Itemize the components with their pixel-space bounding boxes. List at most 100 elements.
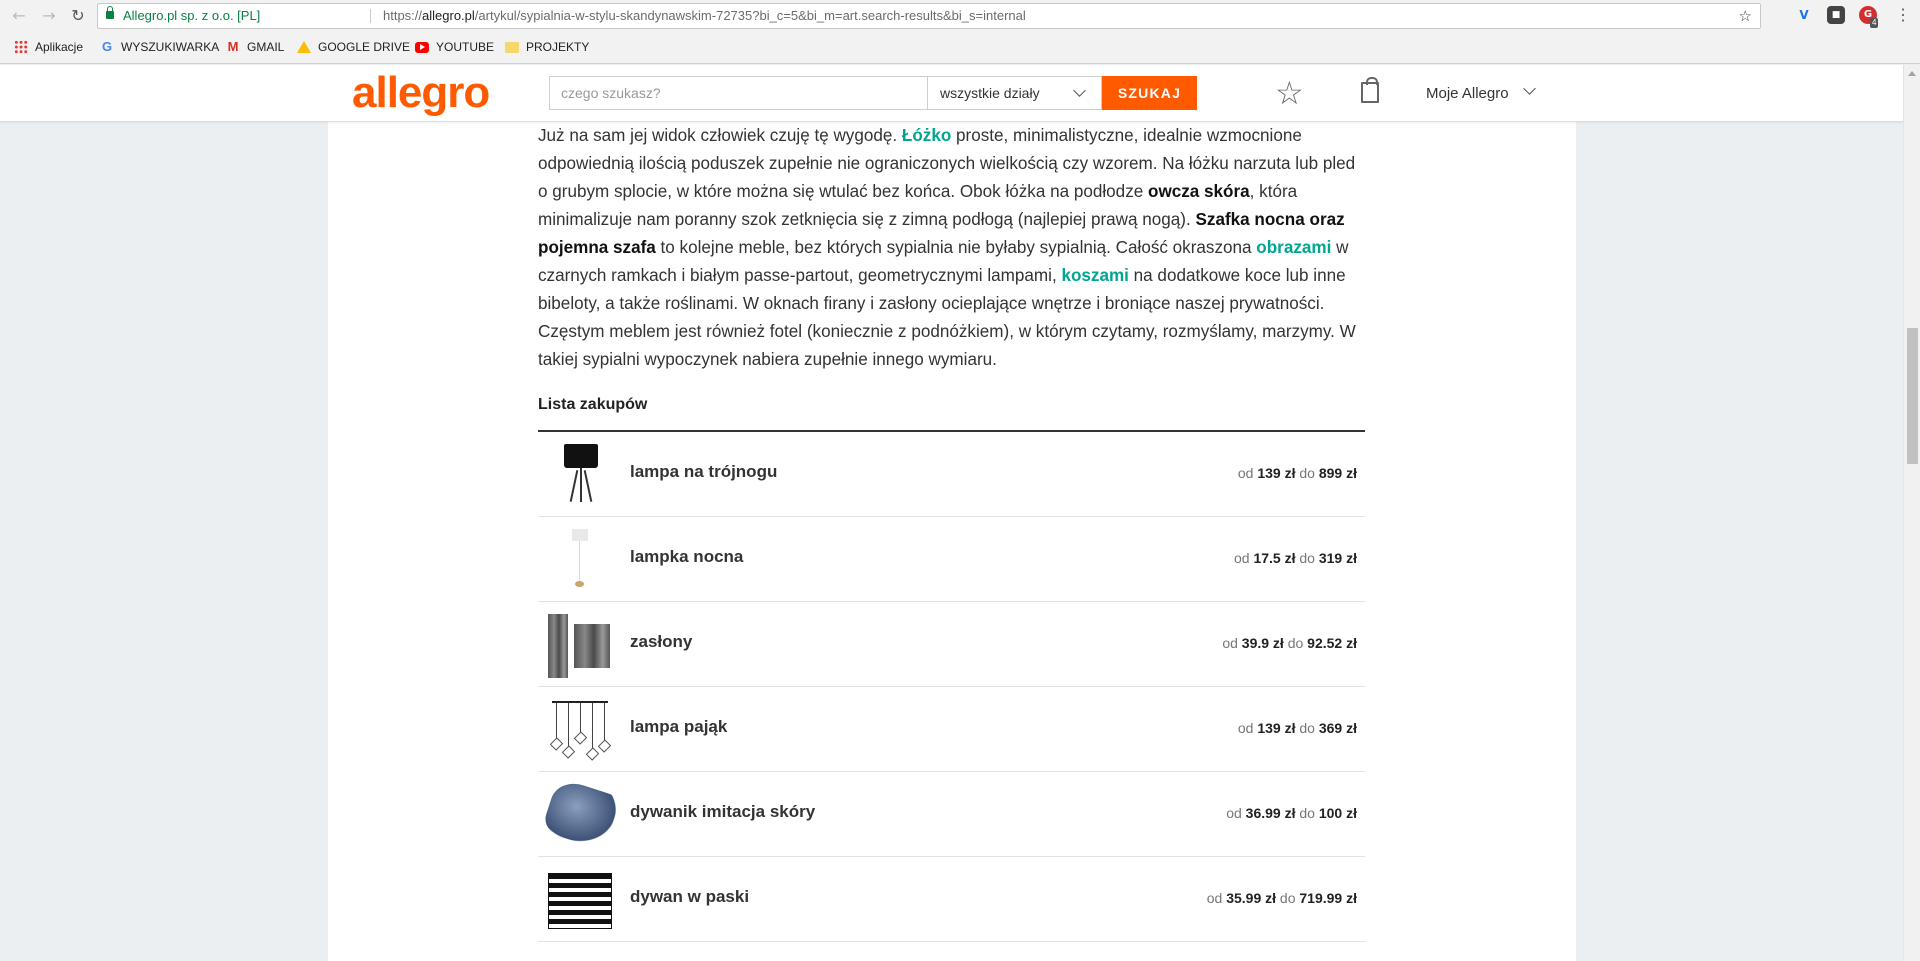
google-icon: G [101, 39, 113, 54]
shopping-list-item[interactable]: lampa na trójnogu od 139 zł do 899 zł [538, 432, 1365, 517]
url-prefix: https:// [383, 8, 423, 23]
price-min: 139 zł [1257, 465, 1296, 481]
shopping-bag-icon[interactable] [1361, 77, 1379, 103]
shopping-list-item[interactable]: dywan w paski od 35.99 zł do 719.99 zł [538, 857, 1365, 942]
bookmark-aplikacje[interactable]: Aplikacje [14, 35, 83, 59]
bookmark-label: WYSZUKIWARKA [121, 40, 220, 54]
article-paragraph: Już na sam jej widok człowiek czuję tę w… [538, 122, 1368, 374]
article-text: Już na sam jej widok człowiek czuję tę w… [538, 126, 902, 145]
url-text[interactable]: https://allegro.pl/artykul/sypialnia-w-s… [383, 4, 1026, 28]
browser-toolbar: ← → ↻ Allegro.pl sp. z o.o. [PL] https:/… [0, 0, 1920, 32]
scrollbar-thumb[interactable] [1907, 328, 1918, 464]
product-name[interactable]: lampka nocna [630, 547, 743, 567]
price-min: 39.9 zł [1241, 635, 1284, 651]
link-koszami[interactable]: koszami [1061, 266, 1128, 285]
shopping-list-item[interactable]: lampka nocna od 17.5 zł do 319 zł [538, 517, 1365, 602]
bookmark-star-icon[interactable]: ☆ [1739, 4, 1752, 28]
allegro-logo[interactable]: allegro [352, 69, 490, 117]
price-max: 319 zł [1318, 550, 1357, 566]
shopping-list-item[interactable]: dywanik imitacja skóry od 36.99 zł do 10… [538, 772, 1365, 857]
extension-gamepad-icon[interactable]: ■ [1827, 6, 1845, 24]
price-from-label: od [1237, 465, 1254, 481]
price-max: 369 zł [1318, 720, 1357, 736]
account-menu[interactable]: Moje Allegro [1426, 85, 1509, 102]
shopping-list-title: Lista zakupów [538, 396, 648, 413]
bookmark-label: GMAIL [247, 40, 285, 54]
article-text: to kolejne meble, bez których sypialnia … [655, 238, 1257, 257]
folder-icon [505, 41, 519, 53]
fur-rug-thumbnail[interactable] [540, 777, 622, 851]
price-range: od 36.99 zł do 100 zł [1226, 805, 1357, 821]
price-from-label: od [1237, 720, 1254, 736]
price-min: 139 zł [1257, 720, 1296, 736]
search-button[interactable]: SZUKAJ [1102, 76, 1197, 110]
tripod-lamp-thumbnail[interactable] [546, 440, 614, 508]
address-bar[interactable]: Allegro.pl sp. z o.o. [PL] https://alleg… [97, 3, 1761, 29]
price-from-label: od [1234, 550, 1250, 566]
bold-owcza-skora: owcza skóra [1148, 182, 1250, 201]
price-max: 719.99 zł [1299, 890, 1357, 906]
price-min: 17.5 zł [1253, 550, 1296, 566]
price-to-label: do [1299, 805, 1315, 821]
url-path: /artykul/sypialnia-w-stylu-skandynawskim… [474, 8, 1026, 23]
chevron-down-icon [1073, 84, 1086, 97]
account-chevron-down-icon[interactable] [1523, 82, 1536, 95]
extension-v-icon[interactable]: V [1795, 6, 1813, 24]
link-obrazami[interactable]: obrazami [1256, 238, 1331, 257]
product-name[interactable]: zasłony [630, 632, 692, 652]
price-from-label: od [1222, 635, 1238, 651]
product-name[interactable]: lampa pająk [630, 717, 727, 737]
gmail-icon: M [227, 39, 239, 54]
bookmark-projekty[interactable]: PROJEKTY [505, 35, 589, 59]
bookmark-label: Aplikacje [35, 40, 84, 54]
page-scrollbar[interactable] [1903, 65, 1920, 961]
lock-icon [106, 6, 114, 19]
price-from-label: od [1226, 805, 1242, 821]
url-separator [370, 9, 371, 23]
search-input[interactable]: czego szukasz? [549, 76, 927, 110]
price-min: 36.99 zł [1245, 805, 1296, 821]
price-to-label: do [1299, 465, 1315, 481]
link-lozko[interactable]: Łóżko [902, 126, 951, 145]
browser-menu-icon[interactable]: ⋮ [1895, 5, 1911, 27]
price-max: 899 zł [1318, 465, 1357, 481]
price-min: 35.99 zł [1226, 890, 1277, 906]
forward-icon[interactable]: → [38, 5, 60, 27]
product-name[interactable]: dywan w paski [630, 887, 749, 907]
bookmark-gmail[interactable]: M GMAIL [226, 35, 285, 59]
spider-lamp-thumbnail[interactable] [546, 695, 614, 763]
shopping-list-item[interactable]: zasłony od 39.9 zł do 92.52 zł [538, 602, 1365, 687]
site-identity[interactable]: Allegro.pl sp. z o.o. [PL] [123, 4, 260, 28]
bookmark-youtube[interactable]: YOUTUBE [415, 35, 494, 59]
curtains-thumbnail[interactable] [546, 610, 614, 678]
browser-chrome: ← → ↻ Allegro.pl sp. z o.o. [PL] https:/… [0, 0, 1920, 64]
price-range: od 139 zł do 369 zł [1238, 720, 1357, 736]
bookmark-label: GOOGLE DRIVE [318, 40, 411, 54]
price-range: od 39.9 zł do 92.52 zł [1222, 635, 1357, 651]
favorites-star-icon[interactable]: ☆ [1275, 76, 1304, 110]
bookmark-wyszukiwarka[interactable]: G WYSZUKIWARKA [100, 35, 219, 59]
price-to-label: do [1299, 550, 1315, 566]
product-name[interactable]: lampa na trójnogu [630, 462, 777, 482]
google-drive-icon [297, 41, 311, 53]
scroll-up-icon[interactable] [1908, 71, 1916, 76]
bookmarks-bar: Aplikacje G WYSZUKIWARKA M GMAIL GOOGLE … [0, 35, 1920, 59]
price-to-label: do [1299, 720, 1315, 736]
extension-badge: 4 [1870, 18, 1879, 28]
url-host: allegro.pl [422, 8, 475, 23]
striped-rug-thumbnail[interactable] [546, 865, 614, 933]
price-max: 100 zł [1318, 805, 1357, 821]
bookmark-google-drive[interactable]: GOOGLE DRIVE [297, 35, 410, 59]
night-lamp-thumbnail[interactable] [546, 525, 614, 593]
bookmark-label: PROJEKTY [526, 40, 590, 54]
site-header: allegro czego szukasz? wszystkie działy … [0, 65, 1903, 122]
price-range: od 17.5 zł do 319 zł [1234, 550, 1357, 566]
department-select[interactable]: wszystkie działy [927, 76, 1102, 110]
back-icon[interactable]: ← [8, 5, 30, 27]
price-to-label: do [1279, 890, 1296, 906]
shopping-list-item[interactable]: lampa pająk od 139 zł do 369 zł [538, 687, 1365, 772]
price-to-label: do [1287, 635, 1304, 651]
reload-icon[interactable]: ↻ [67, 5, 89, 27]
product-name[interactable]: dywanik imitacja skóry [630, 802, 815, 822]
price-range: od 35.99 zł do 719.99 zł [1207, 890, 1357, 906]
